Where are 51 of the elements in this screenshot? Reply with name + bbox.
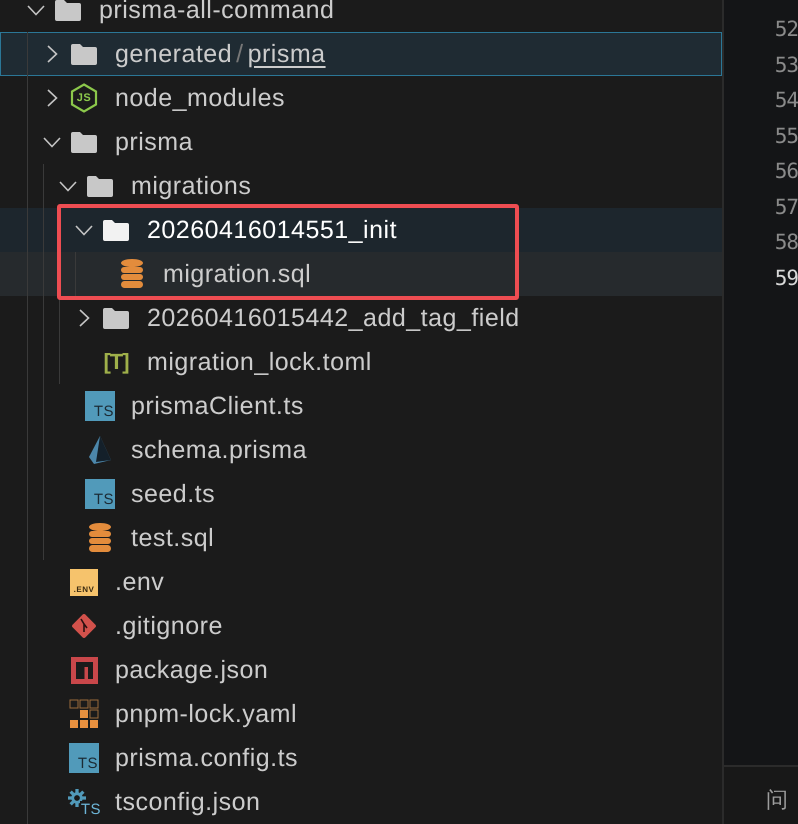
folder-item[interactable]: migrations [0,164,722,208]
file-item[interactable]: test.sql [0,516,722,560]
file-item[interactable]: package.json [0,648,722,692]
chevron-right-icon[interactable] [46,45,58,63]
file-item[interactable]: pnpm-lock.yaml [0,692,722,736]
nodejs-icon: JS [70,83,98,113]
file-item[interactable]: TS prismaClient.ts [0,384,722,428]
toml-icon: [T] [103,349,129,375]
line-number: 59 [774,264,798,292]
folder-icon [71,44,97,64]
line-number: 58 [774,229,798,256]
chevron-right-icon[interactable] [78,309,90,327]
folder-icon [55,0,81,20]
env-icon: .ENV [70,568,98,596]
database-icon [88,523,112,553]
file-item[interactable]: TS tsconfig.json [0,780,722,824]
folder-item[interactable]: prisma [0,120,722,164]
chevron-down-icon[interactable] [75,224,93,236]
chevron-right-icon[interactable] [46,89,58,107]
panel-tab[interactable]: 问 [766,788,788,813]
folder-icon [87,176,113,196]
folder-icon [103,308,129,328]
chevron-down-icon[interactable] [59,180,77,192]
file-item[interactable]: .ENV .env [0,560,722,604]
file-item[interactable]: schema.prisma [0,428,722,472]
line-number: 55 [774,122,798,150]
line-number: 53 [774,52,798,78]
file-item[interactable]: [T] migration_lock.toml [0,340,722,384]
chevron-down-icon[interactable] [43,136,61,148]
folder-icon [103,220,129,240]
file-item[interactable]: TS prisma.config.ts [0,736,722,780]
prisma-icon [88,435,112,465]
chevron-down-icon[interactable] [27,4,45,16]
folder-item[interactable]: JS node_modules [0,76,722,120]
line-number: 54 [774,87,798,114]
npm-icon [70,656,98,684]
database-icon [120,259,144,289]
folder-item[interactable]: 20260416014551_init [0,208,722,252]
typescript-icon: TS [85,391,115,421]
file-item[interactable]: TS seed.ts [0,472,722,516]
folder-item[interactable]: 20260416015442_add_tag_field [0,296,722,340]
folder-item[interactable]: generated / prisma [0,32,722,76]
typescript-icon: TS [69,743,99,773]
typescript-icon: TS [85,479,115,509]
line-number: 56 [774,158,798,185]
line-number: 57 [774,194,798,220]
line-number: 52 [774,16,798,43]
file-item[interactable]: migration.sql [0,252,722,296]
file-item[interactable]: .gitignore [0,604,722,648]
pnpm-icon [69,699,99,729]
folder-icon [71,132,97,152]
